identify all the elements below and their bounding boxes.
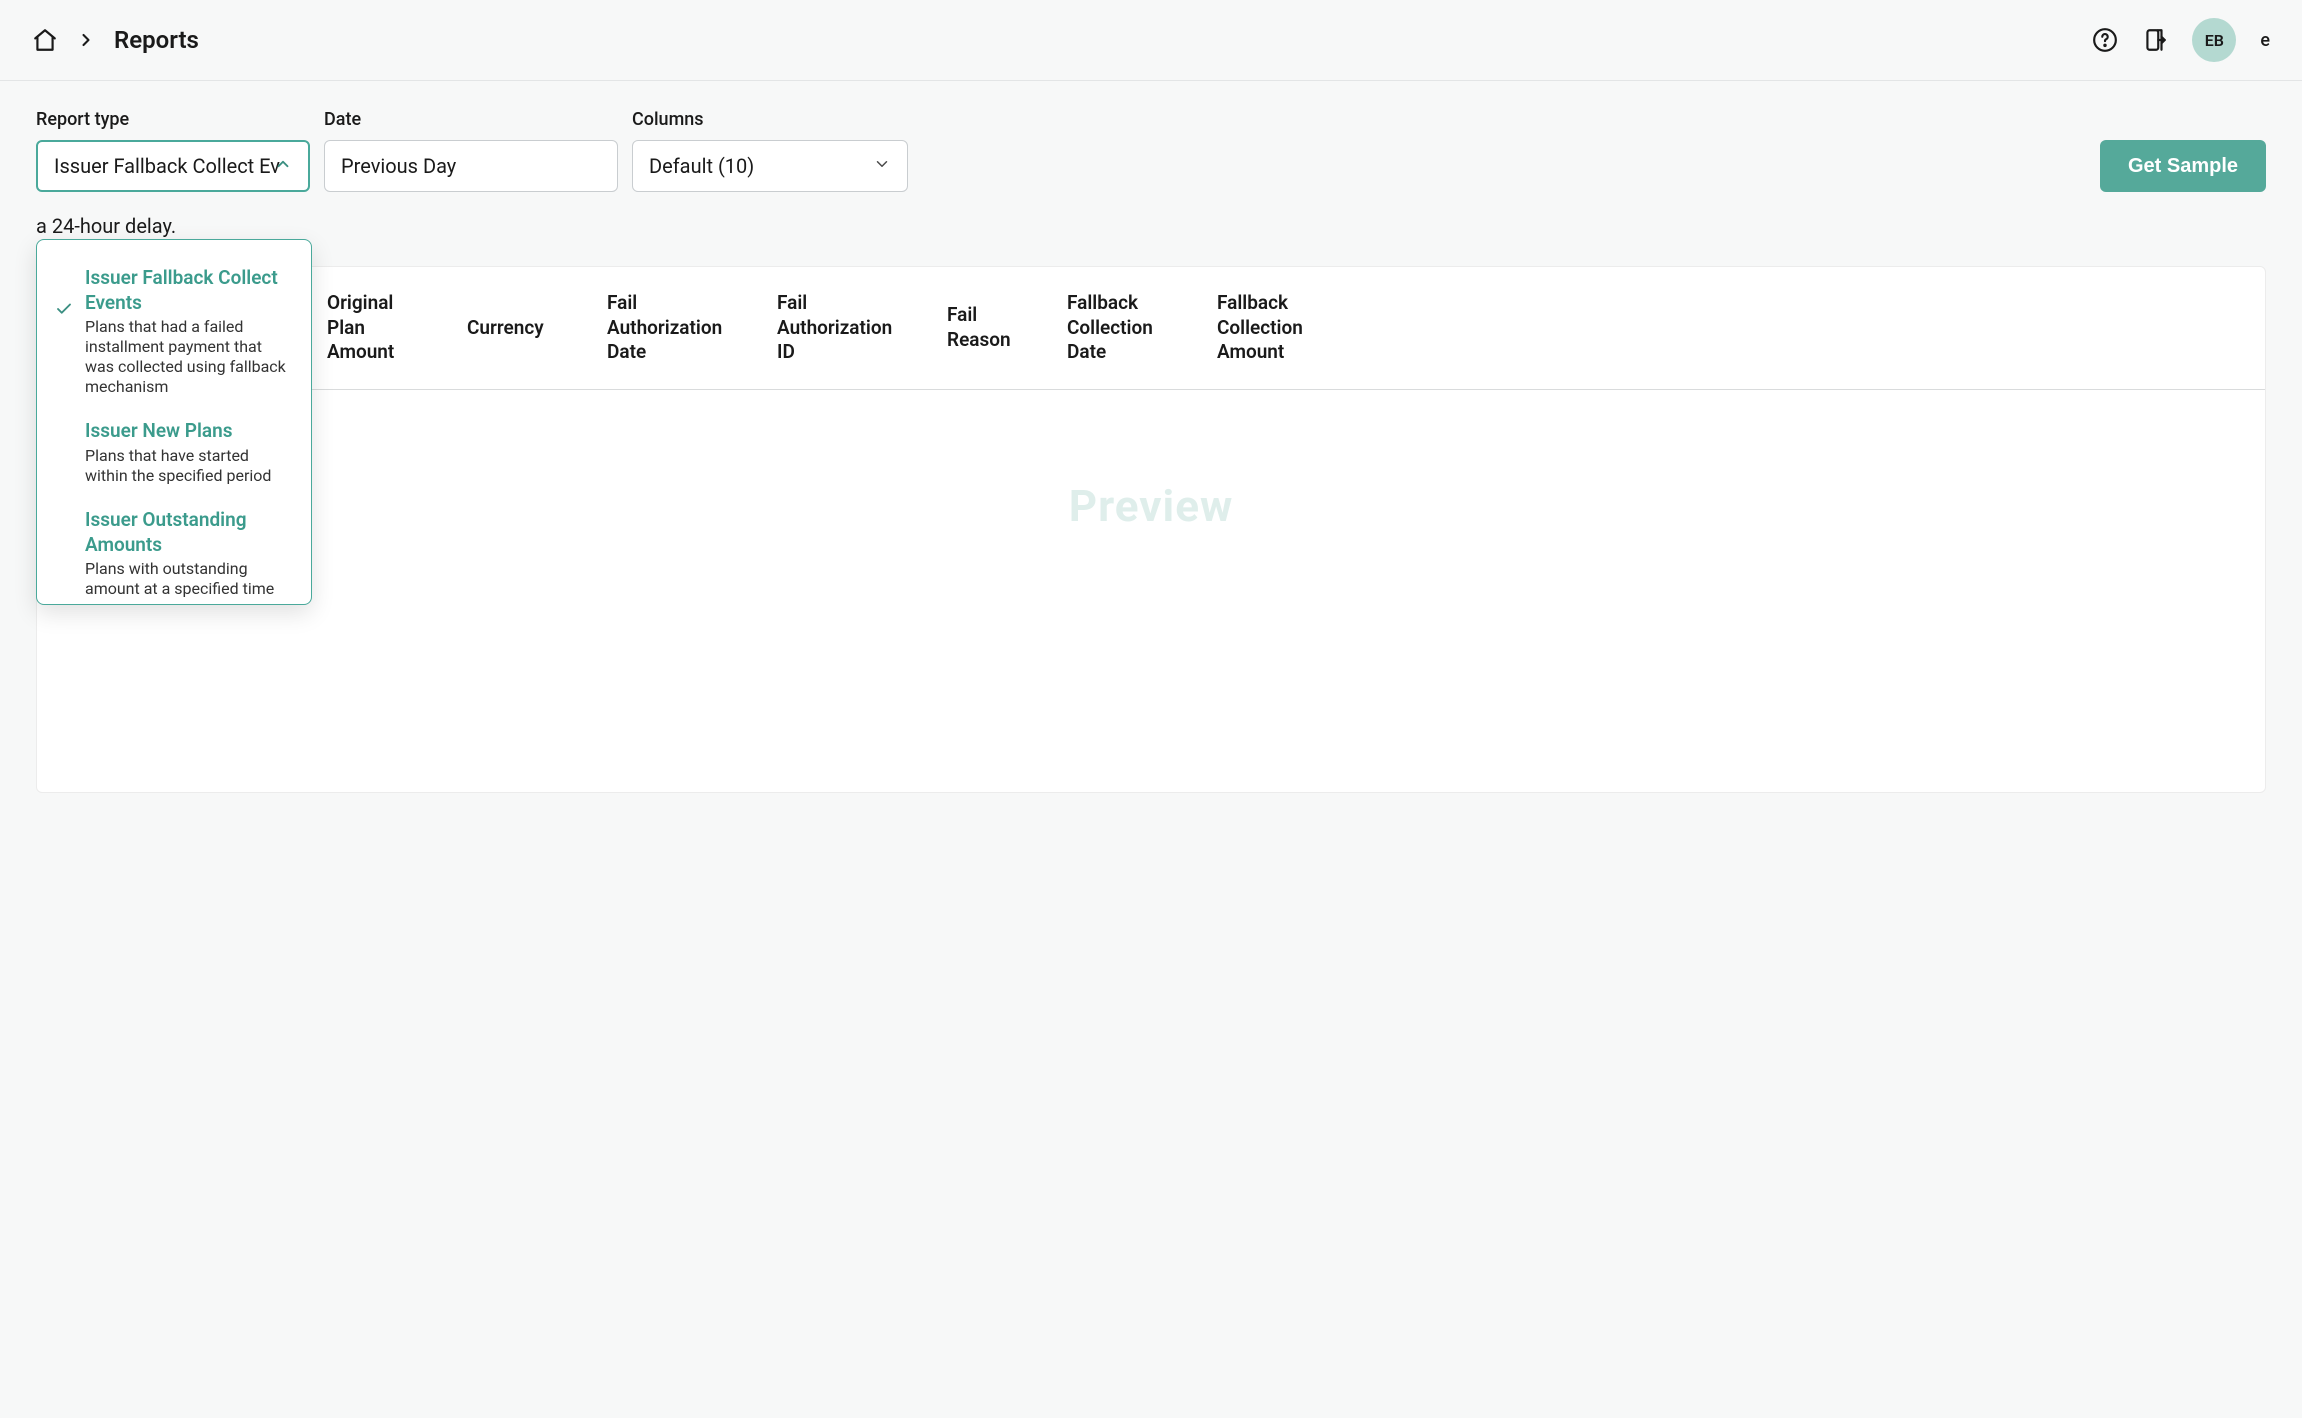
check-placeholder	[55, 508, 75, 542]
filter-columns: Columns Default (10)	[632, 109, 908, 192]
col-currency: Currency	[447, 316, 587, 341]
breadcrumb: Reports	[32, 26, 199, 54]
col-fail-auth-date: Fail Authorization Date	[587, 291, 757, 365]
get-sample-button[interactable]: Get Sample	[2100, 140, 2266, 192]
col-original-plan-amount: Original Plan Amount	[307, 291, 447, 365]
check-icon	[55, 266, 75, 322]
select-report-type[interactable]: Issuer Fallback Collect Ev	[36, 140, 310, 192]
help-icon[interactable]	[2092, 27, 2118, 53]
dropdown-option-desc: Plans that have started within the speci…	[85, 446, 293, 486]
delay-note: a 24-hour delay.	[36, 214, 2266, 238]
check-placeholder	[55, 419, 75, 453]
select-columns[interactable]: Default (10)	[632, 140, 908, 192]
report-type-dropdown: Issuer Fallback Collect Events Plans tha…	[36, 239, 312, 605]
dropdown-option[interactable]: Issuer New Plans Plans that have started…	[49, 411, 299, 500]
select-value: Previous Day	[341, 154, 456, 178]
col-fallback-date: Fallback Collection Date	[1047, 291, 1197, 365]
dropdown-option-desc: Plans with outstanding amount at a speci…	[85, 559, 293, 599]
col-fallback-amount: Fallback Collection Amount	[1197, 291, 1347, 365]
chevron-right-icon	[76, 30, 96, 50]
dropdown-option-desc: Plans that had a failed installment paym…	[85, 317, 293, 397]
dropdown-option[interactable]: Issuer Outstanding Amounts Plans with ou…	[49, 500, 299, 605]
preview-watermark: Preview	[37, 390, 2265, 792]
avatar[interactable]: EB	[2192, 18, 2236, 62]
logout-icon[interactable]	[2142, 27, 2168, 53]
content: Report type Issuer Fallback Collect Ev D…	[0, 81, 2302, 821]
dropdown-option-title: Issuer Outstanding Amounts	[85, 508, 293, 557]
col-fail-reason: Fail Reason	[927, 303, 1047, 352]
preview-table: Plan ID allment nber / al Original Plan …	[36, 266, 2266, 793]
chevron-up-icon	[274, 154, 292, 178]
page-title: Reports	[114, 26, 199, 54]
dropdown-option-title: Issuer New Plans	[85, 419, 293, 444]
select-date[interactable]: Previous Day	[324, 140, 618, 192]
chevron-down-icon	[873, 154, 891, 178]
filter-label: Report type	[36, 109, 310, 130]
filter-date: Date Previous Day	[324, 109, 618, 192]
topbar-right: EB e	[2092, 18, 2270, 62]
filter-report-type: Report type Issuer Fallback Collect Ev	[36, 109, 310, 192]
filter-label: Columns	[632, 109, 908, 130]
dropdown-option-title: Issuer Fallback Collect Events	[85, 266, 293, 315]
select-value: Default (10)	[649, 154, 754, 178]
filter-label: Date	[324, 109, 618, 130]
home-icon[interactable]	[32, 27, 58, 53]
topbar: Reports EB e	[0, 0, 2302, 81]
filters-row: Report type Issuer Fallback Collect Ev D…	[36, 109, 2266, 192]
avatar-trailing-letter: e	[2260, 30, 2270, 51]
table-header-row: Plan ID allment nber / al Original Plan …	[37, 267, 2265, 390]
select-value: Issuer Fallback Collect Ev	[54, 154, 280, 178]
col-fail-auth-id: Fail Authorization ID	[757, 291, 927, 365]
dropdown-option[interactable]: Issuer Fallback Collect Events Plans tha…	[49, 258, 299, 411]
